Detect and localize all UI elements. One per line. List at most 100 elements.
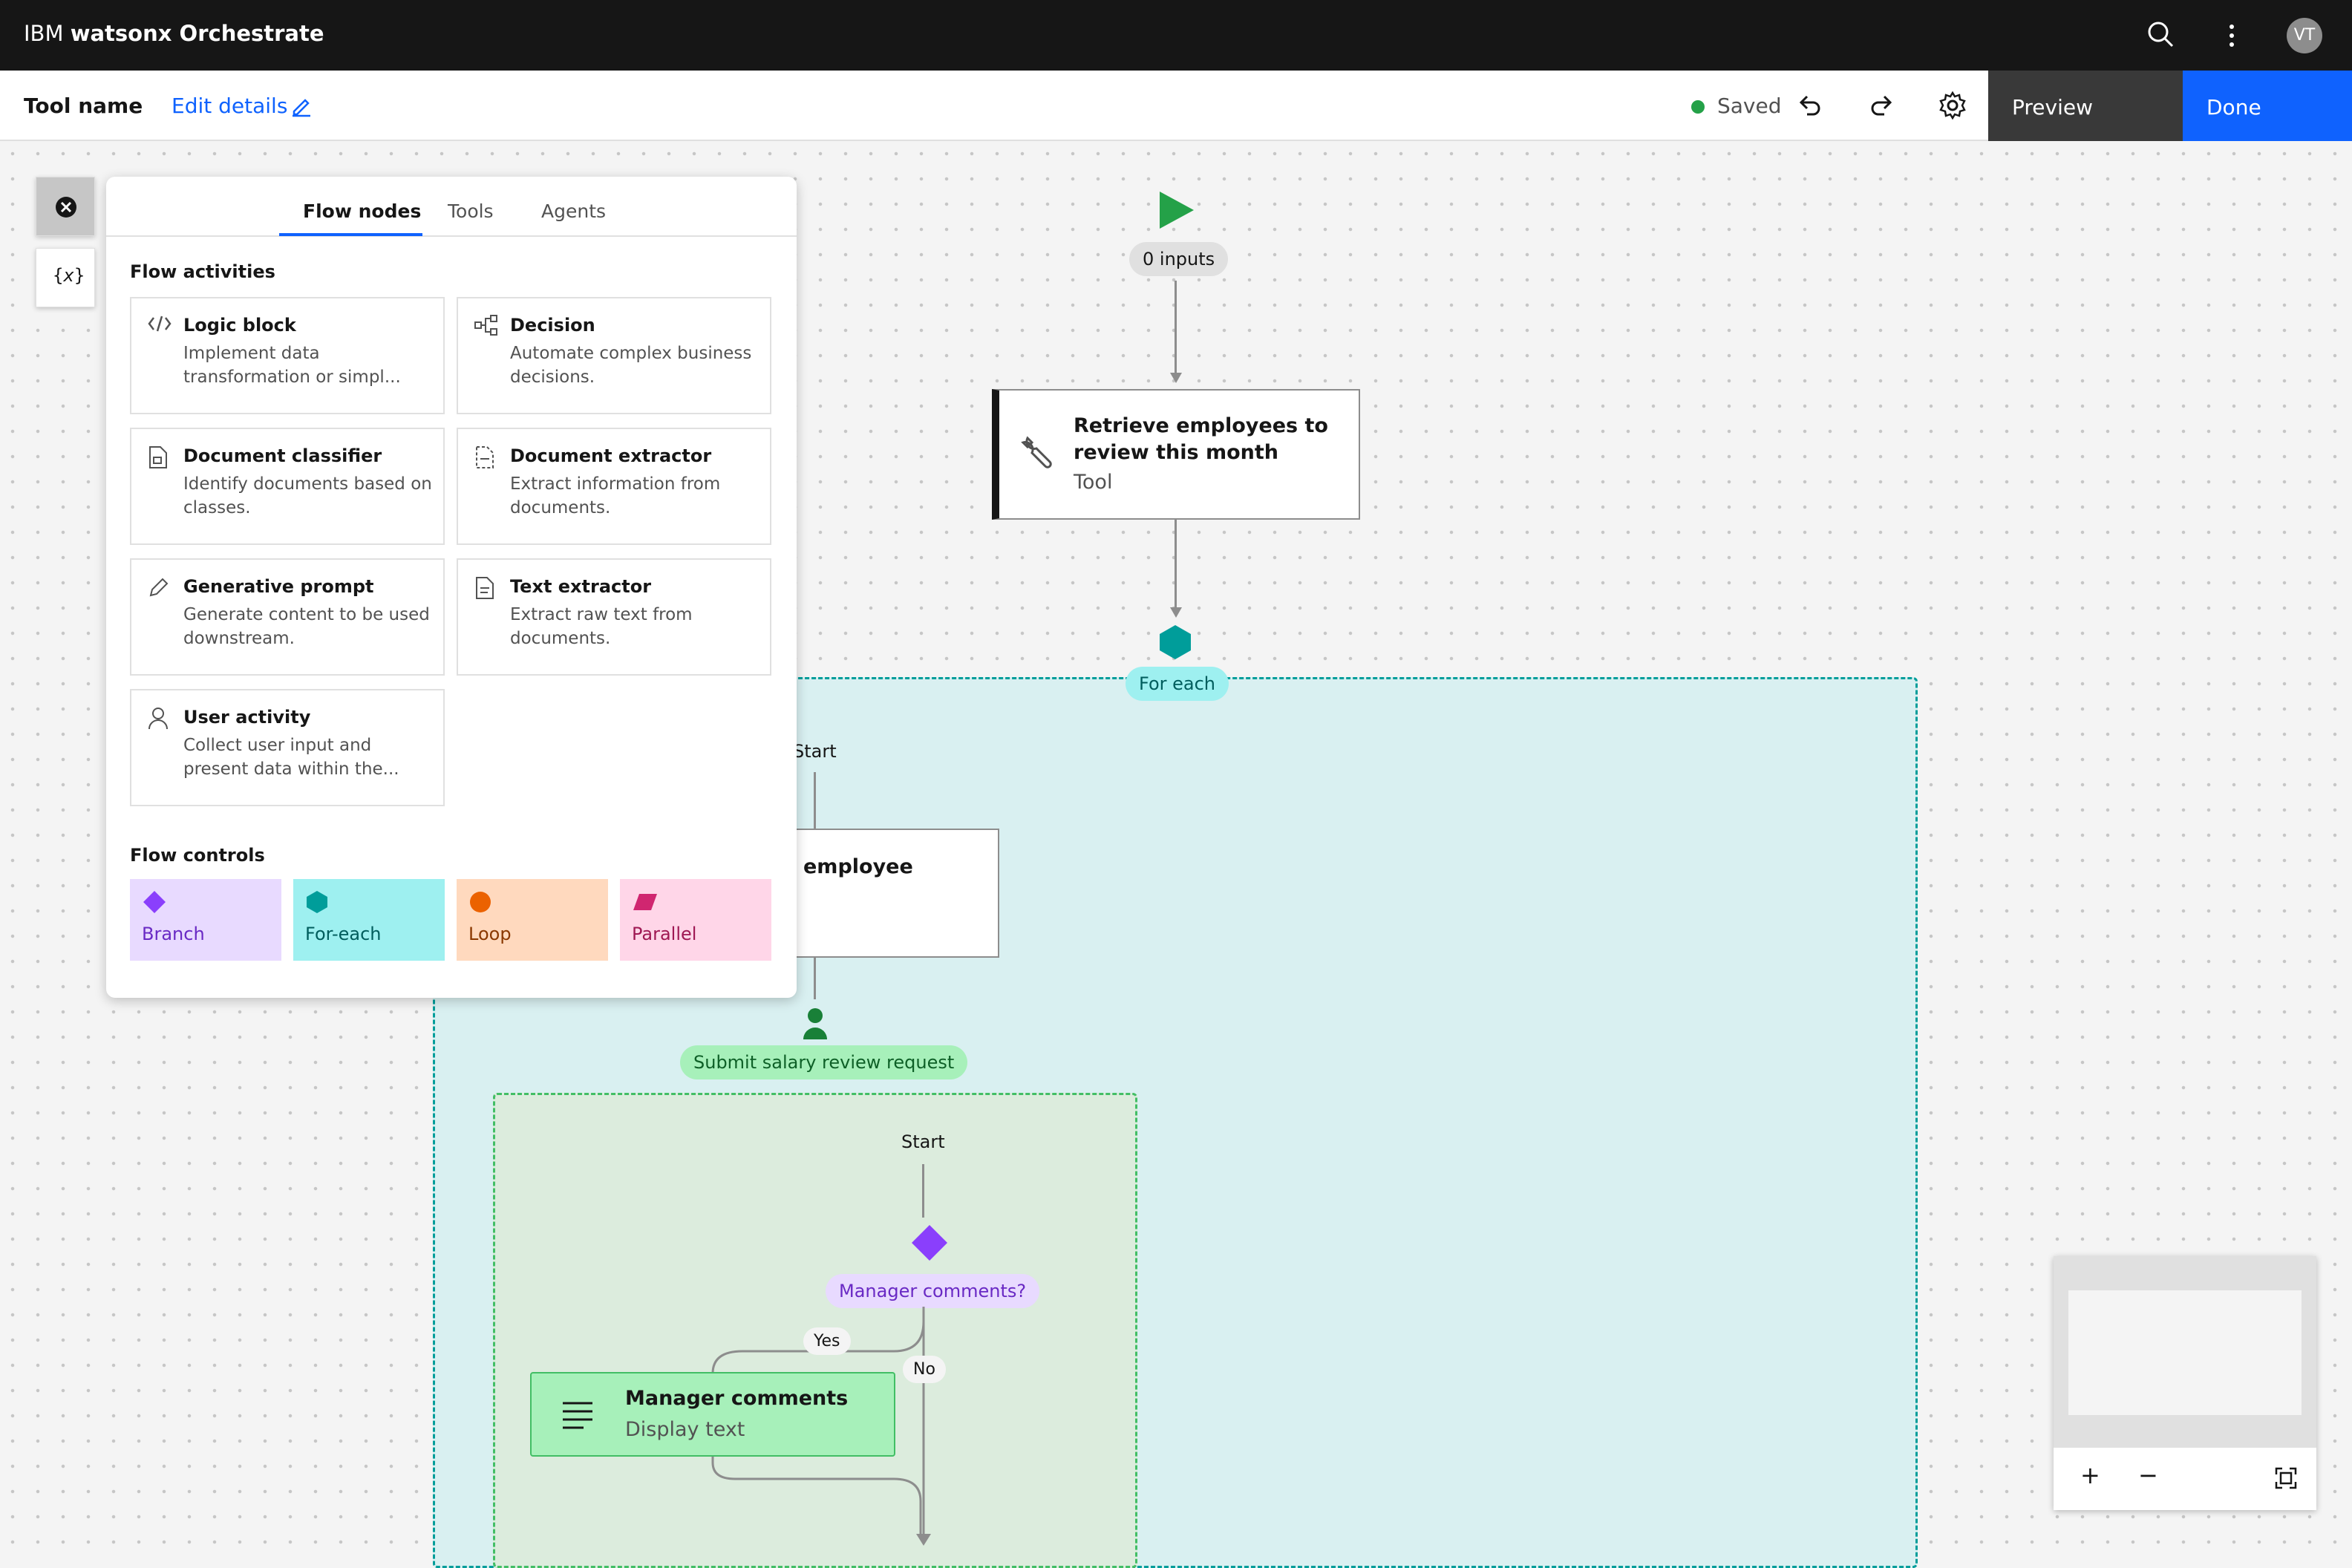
decision-tree-icon xyxy=(474,315,498,339)
yes-label: Yes xyxy=(803,1327,851,1355)
minimap-viewport[interactable] xyxy=(2068,1290,2302,1415)
inputs-badge[interactable]: 0 inputs xyxy=(1129,242,1229,276)
display-node-subtitle: Display text xyxy=(625,1418,745,1441)
close-icon xyxy=(56,197,76,218)
inner-start-label: Start xyxy=(901,1131,945,1152)
activity-desc: Extract information from documents. xyxy=(510,474,721,517)
activity-title: Document classifier xyxy=(183,445,382,466)
connector-line xyxy=(1175,520,1177,609)
text-lines-icon xyxy=(561,1399,594,1434)
brand-title[interactable]: IBM watsonx Orchestrate xyxy=(24,21,324,46)
activity-title: Generative prompt xyxy=(183,576,374,597)
activity-title: Document extractor xyxy=(510,445,712,466)
search-icon[interactable] xyxy=(2146,19,2175,52)
preview-button[interactable]: Preview xyxy=(1988,71,2183,141)
zoom-in-button[interactable]: + xyxy=(2080,1461,2100,1489)
hexagon-icon xyxy=(307,891,327,913)
activity-card-logic-block[interactable]: Logic block Implement data transformatio… xyxy=(130,297,445,414)
edit-pencil-icon[interactable] xyxy=(290,94,313,120)
edit-details-link[interactable]: Edit details xyxy=(172,94,287,118)
start-play-icon[interactable] xyxy=(1158,190,1195,233)
employee-node-title: employee xyxy=(803,855,913,878)
tab-flow-nodes[interactable]: Flow nodes xyxy=(303,200,421,222)
close-panel-button[interactable] xyxy=(36,177,95,236)
saved-status-dot xyxy=(1691,100,1705,114)
activity-desc: Generate content to be used downstream. xyxy=(183,605,430,648)
control-loop[interactable]: Loop xyxy=(457,879,608,961)
settings-gear-icon[interactable] xyxy=(1938,91,1967,123)
control-label: Parallel xyxy=(632,924,697,944)
activity-card-decision[interactable]: Decision Automate complex business decis… xyxy=(457,297,771,414)
flow-controls-title: Flow controls xyxy=(130,845,265,866)
activity-desc: Extract raw text from documents. xyxy=(510,605,693,648)
circle-icon xyxy=(470,892,491,912)
activity-title: Decision xyxy=(510,315,595,336)
saved-status: Saved xyxy=(1717,94,1782,118)
fit-to-screen-icon[interactable] xyxy=(2275,1467,2297,1492)
tool-node[interactable]: Retrieve employees to review this month … xyxy=(992,389,1360,520)
connector-line xyxy=(814,958,816,999)
flow-nodes-panel: Flow nodes Tools Agents Flow activities … xyxy=(106,177,797,998)
control-label: Loop xyxy=(468,924,512,944)
code-icon xyxy=(148,315,172,336)
active-tab-indicator xyxy=(279,233,422,236)
diamond-icon xyxy=(143,891,166,913)
minimap[interactable]: + − xyxy=(2054,1256,2316,1510)
document-classifier-icon xyxy=(148,445,169,472)
no-label: No xyxy=(903,1356,946,1383)
zoom-out-button[interactable]: − xyxy=(2138,1461,2158,1489)
start-label: Start xyxy=(793,741,837,762)
control-for-each[interactable]: For-each xyxy=(293,879,445,961)
user-activity-icon[interactable] xyxy=(802,1007,829,1044)
redo-icon[interactable] xyxy=(1868,92,1895,122)
branch-label[interactable]: Manager comments? xyxy=(826,1274,1040,1308)
tab-tools[interactable]: Tools xyxy=(448,200,494,222)
display-text-node[interactable]: Manager comments Display text xyxy=(530,1372,895,1457)
done-button[interactable]: Done xyxy=(2183,71,2352,141)
for-each-hexagon-icon[interactable] xyxy=(1158,624,1192,664)
branch-diamond-icon[interactable] xyxy=(910,1224,949,1265)
flow-activities-title: Flow activities xyxy=(130,261,275,282)
arrow-down-icon xyxy=(1169,371,1183,389)
activity-card-document-classifier[interactable]: Document classifier Identify documents b… xyxy=(130,428,445,545)
document-extractor-icon xyxy=(474,445,495,472)
activity-title: Logic block xyxy=(183,315,296,336)
tabs-divider xyxy=(106,235,797,237)
variables-icon: {x} xyxy=(53,265,85,286)
arrow-down-icon xyxy=(1169,606,1183,624)
wrench-icon xyxy=(1020,435,1056,474)
control-branch[interactable]: Branch xyxy=(130,879,281,961)
control-label: For-each xyxy=(305,924,382,944)
activity-title: User activity xyxy=(183,707,311,728)
brand-product: watsonx Orchestrate xyxy=(70,21,324,46)
tab-agents[interactable]: Agents xyxy=(541,200,606,222)
employee-node[interactable]: employee xyxy=(787,829,999,958)
avatar[interactable]: VT xyxy=(2287,18,2322,53)
activity-card-document-extractor[interactable]: Document extractor Extract information f… xyxy=(457,428,771,545)
tool-node-subtitle: Tool xyxy=(1074,471,1113,494)
activity-card-generative-prompt[interactable]: Generative prompt Generate content to be… xyxy=(130,558,445,676)
for-each-label[interactable]: For each xyxy=(1126,667,1229,701)
user-activity-label[interactable]: Submit salary review request xyxy=(680,1045,968,1079)
tool-node-title: Retrieve employees to review this month xyxy=(1074,414,1328,464)
connector-line xyxy=(922,1164,924,1218)
activity-desc: Identify documents based on classes. xyxy=(183,474,432,517)
control-parallel[interactable]: Parallel xyxy=(620,879,771,961)
brand-prefix: IBM xyxy=(24,21,64,46)
connector-line xyxy=(1175,281,1177,377)
activity-title: Text extractor xyxy=(510,576,652,597)
text-extractor-icon xyxy=(474,576,495,603)
overflow-menu-icon[interactable] xyxy=(2224,21,2239,53)
activity-card-user-activity[interactable]: User activity Collect user input and pre… xyxy=(130,689,445,806)
activity-desc: Automate complex business decisions. xyxy=(510,344,752,387)
parallelogram-icon xyxy=(633,894,657,910)
display-node-title: Manager comments xyxy=(625,1387,849,1410)
activity-desc: Collect user input and present data with… xyxy=(183,736,399,779)
undo-icon[interactable] xyxy=(1797,92,1823,122)
activity-card-text-extractor[interactable]: Text extractor Extract raw text from doc… xyxy=(457,558,771,676)
connector-line xyxy=(814,772,816,829)
variables-button[interactable]: {x} xyxy=(36,248,95,307)
user-icon xyxy=(148,707,169,734)
tool-name: Tool name xyxy=(24,94,143,118)
activity-desc: Implement data transformation or simpl..… xyxy=(183,344,401,387)
